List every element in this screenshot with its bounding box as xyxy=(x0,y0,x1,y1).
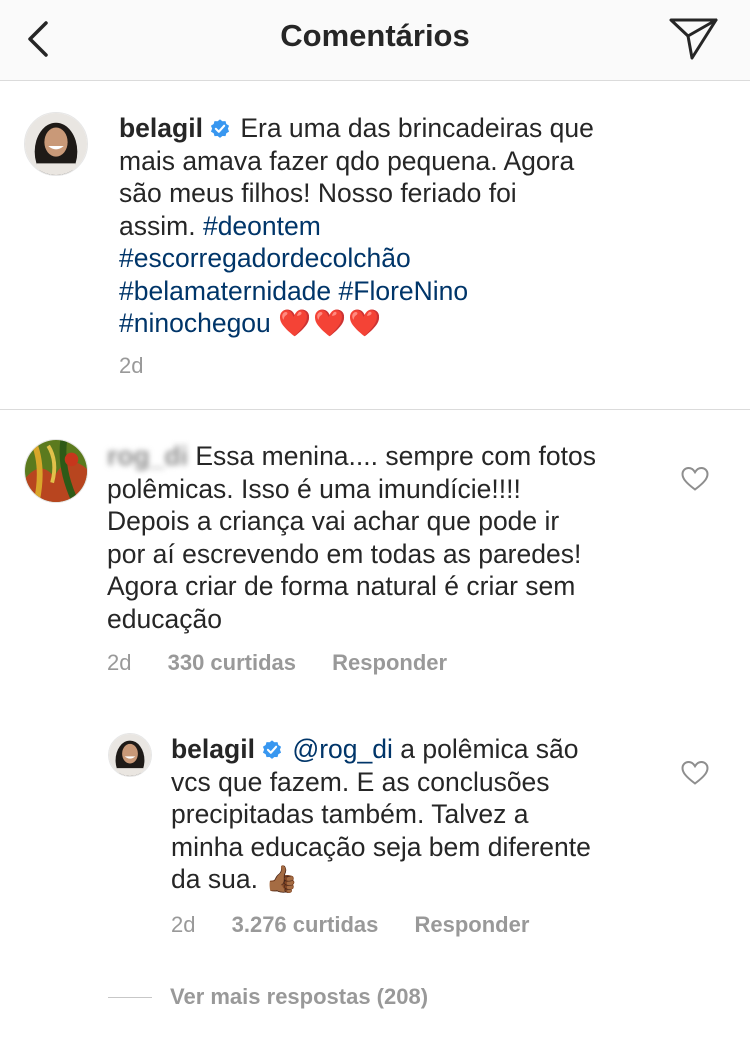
caption-timestamp: 2d xyxy=(119,353,144,378)
heart-outline-icon xyxy=(681,760,709,785)
caption-line: Era uma das brincadeiras que xyxy=(240,113,594,143)
reply-meta: 2d 3.276 curtidas Responder xyxy=(171,912,529,938)
more-replies-line xyxy=(108,997,152,998)
reply-likes[interactable]: 3.276 curtidas xyxy=(232,912,379,937)
comment-likes[interactable]: 330 curtidas xyxy=(168,650,296,675)
caption-meta: 2d xyxy=(119,353,143,379)
caption-line: são meus filhos! Nosso feriado foi xyxy=(119,178,517,208)
profile-photo xyxy=(25,440,87,502)
comment-line: educação xyxy=(107,603,222,634)
avatar-rog-di[interactable] xyxy=(24,439,88,503)
reply-reply-button[interactable]: Responder xyxy=(414,912,529,937)
hashtag-link[interactable]: #FloreNino xyxy=(339,276,469,306)
caption-username[interactable]: belagil xyxy=(119,113,203,143)
avatar-belagil[interactable] xyxy=(24,112,88,176)
heart-outline-icon xyxy=(681,466,709,491)
reply-line: vcs que fazem. E as conclusões xyxy=(171,766,550,797)
like-comment-button[interactable] xyxy=(681,466,709,492)
profile-photo xyxy=(25,113,87,175)
hashtag-link[interactable]: #deontem xyxy=(203,211,321,241)
hashtag-link[interactable]: #belamaternidade xyxy=(119,276,331,306)
comment-meta: 2d 330 curtidas Responder xyxy=(107,650,447,676)
reply-timestamp: 2d xyxy=(171,912,196,937)
reply-line: da sua. xyxy=(171,864,258,894)
caption-line: mais amava fazer qdo pequena. Agora xyxy=(119,145,575,176)
reply-text: belagil @rog_di a polêmica são vcs que f… xyxy=(171,733,671,896)
comment-line: Depois a criança vai achar que pode ir xyxy=(107,506,560,536)
reply-line: precipitadas também. Talvez a xyxy=(171,799,529,829)
view-more-replies-button[interactable]: Ver mais respostas (208) xyxy=(170,984,428,1010)
thumbs-up-emoji: 👍🏾 xyxy=(265,864,299,894)
mention-link[interactable]: @rog_di xyxy=(292,734,393,764)
hashtag-link[interactable]: #ninochegou xyxy=(119,308,271,338)
comment-line: Agora criar de forma natural é criar sem xyxy=(107,571,576,601)
reply-username[interactable]: belagil xyxy=(171,734,255,764)
verified-badge-icon xyxy=(262,740,282,759)
comment-line: por aí escrevendo em todas as paredes! xyxy=(107,538,582,569)
verified-badge-icon xyxy=(210,119,230,138)
like-reply-button[interactable] xyxy=(681,760,709,786)
caption-text: belagil Era uma das brincadeiras que mai… xyxy=(119,112,729,340)
share-button[interactable] xyxy=(668,16,720,62)
comment-username[interactable]: rog_di xyxy=(107,441,188,471)
comment-text: rog_di Essa menina.... sempre com fotos … xyxy=(107,440,667,635)
top-bar: Comentários xyxy=(0,0,750,81)
profile-photo xyxy=(109,734,151,776)
comment-line: polêmicas. Isso é uma imundície!!!! xyxy=(107,473,521,504)
comment-line: Essa menina.... sempre com fotos xyxy=(195,441,596,471)
page-title: Comentários xyxy=(280,18,470,53)
comment-timestamp: 2d xyxy=(107,650,132,675)
comment-reply-button[interactable]: Responder xyxy=(332,650,447,675)
avatar-belagil-reply[interactable] xyxy=(108,733,152,777)
reply-line: minha educação seja bem diferente xyxy=(171,831,591,862)
divider xyxy=(0,409,750,410)
paper-plane-icon xyxy=(669,18,718,60)
hashtag-link[interactable]: #escorregadordecolchão xyxy=(119,243,411,273)
caption-line: assim. xyxy=(119,210,196,241)
heart-emoji: ❤️❤️❤️ xyxy=(278,308,384,338)
reply-line: a polêmica são xyxy=(400,734,579,764)
